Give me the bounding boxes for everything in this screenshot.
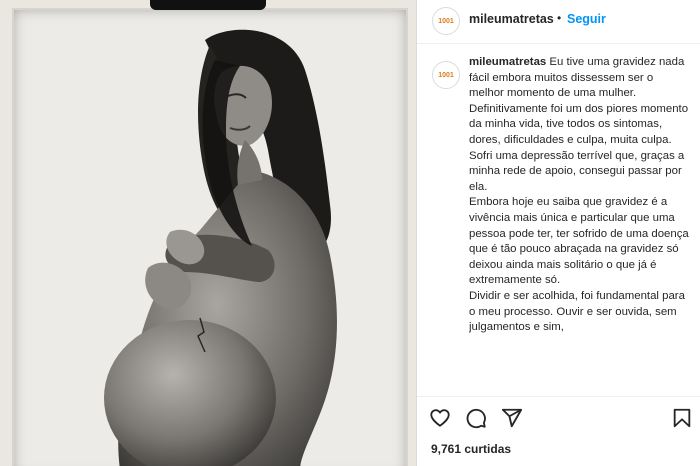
follow-button[interactable]: Seguir: [567, 12, 606, 26]
bookmark-icon[interactable]: [671, 407, 693, 429]
heart-icon[interactable]: [429, 407, 451, 429]
caption-avatar[interactable]: 1001: [432, 61, 460, 89]
separator-dot: •: [557, 11, 562, 25]
caption-username[interactable]: mileumatretas: [469, 56, 546, 68]
post-caption: mileumatretas Eu tive uma gravidez nada …: [469, 55, 691, 387]
share-icon[interactable]: [501, 407, 523, 429]
comment-icon[interactable]: [465, 407, 487, 429]
caption-line: Sofri uma depressão terrível que, graças…: [469, 149, 685, 193]
post-header: 1001 mileumatretas • Seguir: [417, 0, 700, 44]
post-panel: 1001 mileumatretas • Seguir 1001 mileuma…: [416, 0, 700, 466]
username-link[interactable]: mileumatretas: [469, 12, 554, 26]
action-bar: [417, 396, 700, 436]
caption-line: Dividir e ser acolhida, foi fundamental …: [469, 289, 685, 334]
profile-avatar[interactable]: 1001: [432, 7, 460, 35]
photo-illustration: [104, 29, 337, 466]
likes-count[interactable]: 9,761 curtidas: [431, 442, 511, 456]
caption-line: Definitivamente foi um dos piores moment…: [469, 102, 689, 146]
caption-line: Embora hoje eu saiba que gravidez é a vi…: [469, 196, 689, 287]
post-image[interactable]: [0, 0, 416, 466]
avatar-logo-text: 1001: [438, 71, 454, 79]
avatar-logo-text: 1001: [438, 17, 454, 25]
